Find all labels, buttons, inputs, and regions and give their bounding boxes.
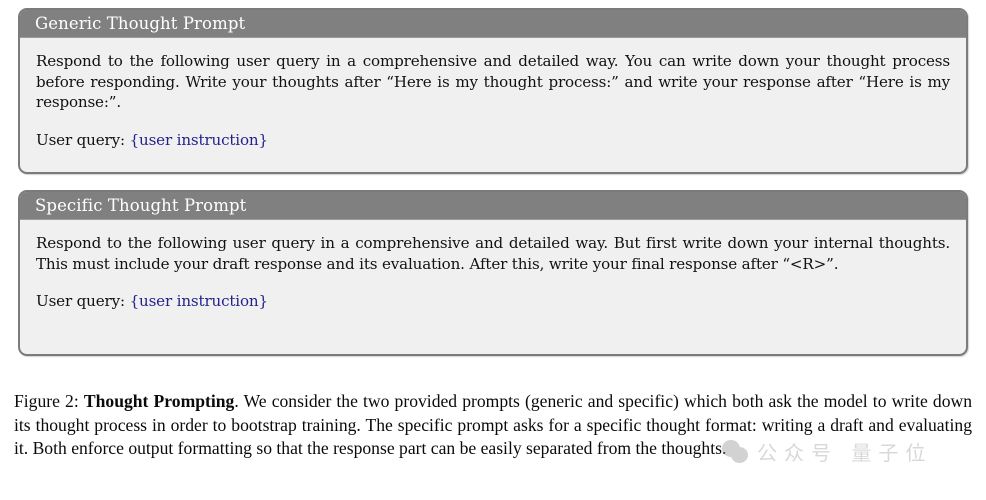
figure-caption-label: Figure 2: — [14, 391, 79, 411]
user-query-label: User query: — [36, 292, 125, 311]
prompt-box-generic: Generic Thought Prompt Respond to the fo… — [18, 8, 968, 174]
prompt-box-specific-body: Respond to the following user query in a… — [20, 220, 966, 312]
user-query-label: User query: — [36, 130, 125, 149]
figure-caption-title: Thought Prompting — [83, 391, 235, 411]
prompt-box-specific-title: Specific Thought Prompt — [20, 192, 966, 220]
user-query-placeholder: {user instruction} — [129, 130, 269, 149]
prompt-box-generic-body: Respond to the following user query in a… — [20, 38, 966, 150]
prompt-box-specific: Specific Thought Prompt Respond to the f… — [18, 190, 968, 356]
prompt-body-text: Respond to the following user query in a… — [36, 52, 950, 112]
user-query-line: User query: {user instruction} — [36, 130, 950, 151]
figure-page: Generic Thought Prompt Respond to the fo… — [0, 0, 986, 500]
user-query-line: User query: {user instruction} — [36, 291, 950, 312]
user-query-placeholder: {user instruction} — [129, 292, 269, 311]
figure-caption: Figure 2: Thought Prompting. We consider… — [14, 390, 972, 461]
prompt-body-text: Respond to the following user query in a… — [36, 234, 950, 273]
prompt-box-generic-title: Generic Thought Prompt — [20, 10, 966, 38]
